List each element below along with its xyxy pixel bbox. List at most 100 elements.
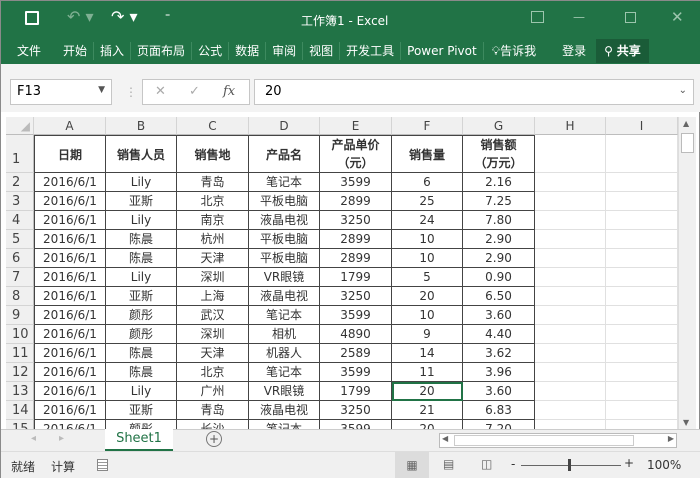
row-header[interactable]: 8 xyxy=(6,287,34,306)
cell[interactable]: 20 xyxy=(392,287,463,306)
cell[interactable] xyxy=(535,420,606,429)
cell[interactable]: 3250 xyxy=(320,401,392,420)
cell[interactable]: 2.16 xyxy=(463,173,535,192)
ribbon-tab[interactable]: 视图 xyxy=(303,41,341,60)
cell[interactable]: 7.20 xyxy=(463,420,535,429)
cell[interactable]: 2016/6/1 xyxy=(34,306,106,325)
name-box[interactable]: F13 ▼ xyxy=(10,79,112,105)
cell[interactable]: 陈晨 xyxy=(106,344,177,363)
cell[interactable]: 10 xyxy=(392,230,463,249)
scroll-thumb[interactable] xyxy=(681,133,694,153)
cell[interactable]: VR眼镜 xyxy=(249,268,320,287)
column-header[interactable]: H xyxy=(535,117,606,135)
ribbon-tab[interactable]: Power Pivot xyxy=(401,41,484,60)
cell[interactable]: Lily xyxy=(106,268,177,287)
cell[interactable]: 笔记本 xyxy=(249,173,320,192)
cell[interactable]: 陈晨 xyxy=(106,249,177,268)
insert-function-icon[interactable]: fx xyxy=(223,84,235,99)
cell[interactable]: 2016/6/1 xyxy=(34,325,106,344)
cell[interactable]: 2016/6/1 xyxy=(34,249,106,268)
column-header[interactable]: D xyxy=(249,117,320,135)
cell[interactable] xyxy=(606,344,678,363)
cell[interactable]: 7.80 xyxy=(463,211,535,230)
cell[interactable]: 2899 xyxy=(320,230,392,249)
cell[interactable]: 0.90 xyxy=(463,268,535,287)
cell[interactable]: 广州 xyxy=(177,382,249,401)
cell[interactable]: 颜彤 xyxy=(106,420,177,429)
cell[interactable]: Lily xyxy=(106,211,177,230)
cell[interactable]: 北京 xyxy=(177,192,249,211)
column-header[interactable]: C xyxy=(177,117,249,135)
row-header[interactable]: 9 xyxy=(6,306,34,325)
cell[interactable] xyxy=(535,173,606,192)
cell[interactable]: 3.96 xyxy=(463,363,535,382)
zoom-out-icon[interactable]: - xyxy=(511,457,515,471)
cell[interactable]: 21 xyxy=(392,401,463,420)
cell[interactable]: 相机 xyxy=(249,325,320,344)
column-header[interactable]: E xyxy=(320,117,392,135)
row-header[interactable]: 4 xyxy=(6,211,34,230)
cell[interactable] xyxy=(535,287,606,306)
cell[interactable]: 3599 xyxy=(320,173,392,192)
cell[interactable] xyxy=(606,401,678,420)
cell[interactable]: 20 xyxy=(392,420,463,429)
cell[interactable]: 产品单价 （元） xyxy=(320,135,392,173)
cell[interactable] xyxy=(535,325,606,344)
ribbon-tab[interactable]: 数据 xyxy=(229,41,267,60)
macro-record-icon[interactable] xyxy=(97,459,108,471)
drag-handle-icon[interactable]: ⋮ xyxy=(125,85,137,99)
zoom-slider-thumb[interactable] xyxy=(568,459,571,471)
cell[interactable]: 天津 xyxy=(177,249,249,268)
cell[interactable]: 液晶电视 xyxy=(249,211,320,230)
cell[interactable]: 25 xyxy=(392,192,463,211)
cell[interactable]: 亚斯 xyxy=(106,287,177,306)
cell[interactable] xyxy=(535,401,606,420)
cell[interactable]: 液晶电视 xyxy=(249,401,320,420)
cell[interactable]: 20 xyxy=(392,382,463,401)
sheet-tab-sheet1[interactable]: Sheet1 xyxy=(105,429,173,451)
cell[interactable]: 2016/6/1 xyxy=(34,230,106,249)
cell[interactable] xyxy=(606,249,678,268)
cell[interactable] xyxy=(606,325,678,344)
select-all[interactable]: ◢ xyxy=(6,117,34,135)
cell[interactable] xyxy=(535,249,606,268)
column-header[interactable]: B xyxy=(106,117,177,135)
cell[interactable]: 3.60 xyxy=(463,382,535,401)
cell[interactable]: 9 xyxy=(392,325,463,344)
cell[interactable]: 平板电脑 xyxy=(249,192,320,211)
cell[interactable]: 2016/6/1 xyxy=(34,268,106,287)
ribbon-tab[interactable]: 开发工具 xyxy=(340,41,402,60)
close-icon[interactable]: ✕ xyxy=(671,8,684,26)
cell[interactable]: 3250 xyxy=(320,211,392,230)
ribbon-tab[interactable]: 文件 xyxy=(11,42,57,60)
ribbon-tab[interactable]: 公式 xyxy=(192,41,230,60)
column-header[interactable]: F xyxy=(392,117,463,135)
expand-formula-icon[interactable]: ⌄ xyxy=(679,85,687,96)
cell[interactable]: 11 xyxy=(392,363,463,382)
scroll-down-icon[interactable]: ▼ xyxy=(683,418,689,427)
cell[interactable] xyxy=(606,135,678,173)
cell[interactable]: 日期 xyxy=(34,135,106,173)
customize-qat-icon[interactable]: ₌ xyxy=(165,9,170,20)
cell[interactable]: 深圳 xyxy=(177,268,249,287)
cell[interactable] xyxy=(606,287,678,306)
cell[interactable]: 销售额 （万元） xyxy=(463,135,535,173)
cell[interactable] xyxy=(535,211,606,230)
row-header[interactable]: 1 xyxy=(6,135,34,173)
formula-input[interactable]: 20 ⌄ xyxy=(254,79,694,105)
cell[interactable]: 销售量 xyxy=(392,135,463,173)
cell[interactable] xyxy=(535,230,606,249)
scroll-up-icon[interactable]: ▲ xyxy=(683,119,689,128)
cell[interactable] xyxy=(535,192,606,211)
cell[interactable]: 14 xyxy=(392,344,463,363)
cell[interactable]: 南京 xyxy=(177,211,249,230)
cell[interactable]: 4.40 xyxy=(463,325,535,344)
cell[interactable] xyxy=(535,135,606,173)
cell[interactable]: 3599 xyxy=(320,420,392,429)
cell[interactable]: 1799 xyxy=(320,382,392,401)
cell[interactable] xyxy=(606,420,678,429)
cell[interactable] xyxy=(606,306,678,325)
cell[interactable]: 2899 xyxy=(320,192,392,211)
cell[interactable]: 上海 xyxy=(177,287,249,306)
add-sheet-icon[interactable]: + xyxy=(206,431,222,447)
